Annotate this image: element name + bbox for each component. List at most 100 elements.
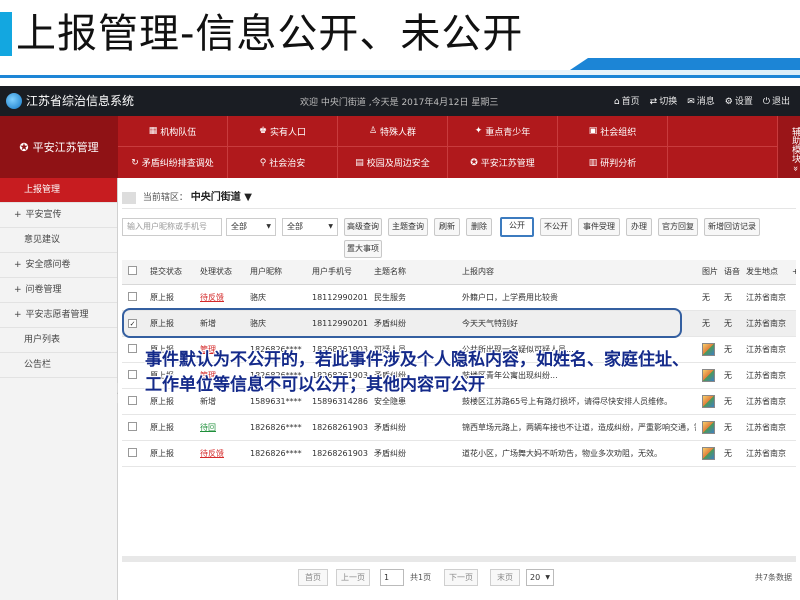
first-page-button[interactable]: 首页 xyxy=(298,569,328,586)
module-chart-button[interactable]: ▥ 研判分析 xyxy=(558,147,668,178)
report-content: 今天天气特别好 xyxy=(456,310,696,337)
unpublish-button[interactable]: 不公开 xyxy=(540,218,572,236)
title-accent-bar xyxy=(0,12,12,56)
page-input[interactable]: 1 xyxy=(380,569,404,586)
runner-icon: ✦ xyxy=(474,126,483,136)
table-row[interactable]: 原上报 待反馈 骆庆 18112990201 民生服务 外籍户口，上学费用比较贵无无江苏省… xyxy=(122,284,796,311)
row-checkbox-cell[interactable] xyxy=(122,362,144,389)
row-checkbox-cell[interactable] xyxy=(122,440,144,467)
prev-page-button[interactable]: 上一页 xyxy=(336,569,370,586)
module-label: 社会治安 xyxy=(269,159,306,169)
delete-button[interactable]: 删除 xyxy=(466,218,492,236)
sidebar-item[interactable]: 安全感问卷 xyxy=(0,253,117,278)
module-people-button[interactable]: ♚ 实有人口 xyxy=(228,116,338,146)
module-home-button[interactable]: ✪ 平安江苏管理 xyxy=(0,116,118,178)
image-thumbnail-icon[interactable] xyxy=(702,446,715,460)
search-input[interactable]: 输入用户昵称或手机号 xyxy=(122,218,222,236)
extra-cell xyxy=(786,388,796,415)
picture-cell[interactable] xyxy=(696,414,718,441)
table-row[interactable]: 原上报 待回 1826826**** 18268261903 矛盾纠纷 锦西草场元路上，两… xyxy=(122,414,796,441)
voice-cell: 无 xyxy=(718,362,740,389)
sidebar-item[interactable]: 上报管理 xyxy=(0,178,117,203)
column-header[interactable]: + xyxy=(786,260,796,285)
module-building-button[interactable]: ▦ 机构队伍 xyxy=(118,116,228,146)
sidebar: 上报管理平安宣传意见建议安全感问卷问卷管理平安志愿者管理用户列表公告栏 ◀ xyxy=(0,178,123,600)
row-checkbox-cell[interactable] xyxy=(122,336,144,363)
page-size-select[interactable]: 20 xyxy=(526,569,554,586)
module-shield-button[interactable]: ⚲ 社会治安 xyxy=(228,147,338,178)
process-status-cell: 待回 xyxy=(194,414,244,441)
official-reply-button[interactable]: 官方回复 xyxy=(658,218,698,236)
aux-module-toggle[interactable]: 辅助模块 » xyxy=(778,116,800,178)
sidebar-item[interactable]: 公告栏 xyxy=(0,353,117,378)
module-refresh-button[interactable]: ↻ 矛盾纠纷排查调处 xyxy=(118,147,228,178)
row-checkbox[interactable] xyxy=(128,369,137,379)
row-checkbox-cell[interactable]: ✓ xyxy=(122,310,144,337)
row-checkbox[interactable] xyxy=(128,395,137,405)
location-cell: 江苏省南京市鼓 xyxy=(740,362,786,389)
sidebar-item[interactable]: 平安志愿者管理 xyxy=(0,303,117,328)
picture-cell[interactable] xyxy=(696,440,718,467)
publish-button[interactable]: 公开 xyxy=(500,217,534,237)
row-checkbox[interactable] xyxy=(128,447,137,457)
sidebar-item[interactable]: 平安宣传 xyxy=(0,203,117,228)
column-header: 图片 xyxy=(696,260,718,285)
module-school-button[interactable]: ▤ 校园及周边安全 xyxy=(338,147,448,178)
people-icon: ♚ xyxy=(258,126,268,136)
select-all-checkbox[interactable] xyxy=(122,260,144,285)
refresh-button[interactable]: 刷新 xyxy=(434,218,460,236)
module-bar: ✪ 平安江苏管理 ▦ 机构队伍 ♚ 实有人口 ♙ 特殊人群 ✦ 重点青少年 ▣ 社会组织 ↻ 矛盾纠… xyxy=(0,116,800,178)
sidebar-item[interactable]: 问卷管理 xyxy=(0,278,117,303)
process-status[interactable]: 待反馈 xyxy=(200,293,224,302)
topic-name: 矛盾纠纷 xyxy=(368,310,456,337)
module-flag-button[interactable]: ✪ 平安江苏管理 xyxy=(448,147,558,178)
sidebar-item[interactable]: 意见建议 xyxy=(0,228,117,253)
major-event-button[interactable]: 置大事项 xyxy=(344,240,382,258)
user-phone: 18112990201 xyxy=(306,310,368,337)
row-checkbox-cell[interactable] xyxy=(122,284,144,311)
topic-search-button[interactable]: 主题查询 xyxy=(388,218,428,236)
type-select[interactable]: 全部 xyxy=(282,218,338,236)
status-select[interactable]: 全部 xyxy=(226,218,276,236)
voice-cell: 无 xyxy=(718,284,740,311)
table-row[interactable]: ✓ 原上报新增 骆庆18112990201矛盾纠纷今天天气特别好无无江苏省南京市鼓 xyxy=(122,310,796,337)
top-menu-home[interactable]: ⌂ 首页 xyxy=(614,94,640,107)
row-checkbox[interactable] xyxy=(128,291,137,301)
title-blue-line xyxy=(0,75,800,78)
row-checkbox[interactable]: ✓ xyxy=(128,318,137,328)
module-org-button[interactable]: ▣ 社会组织 xyxy=(558,116,668,146)
module-label: 特殊人群 xyxy=(380,127,417,138)
last-page-button[interactable]: 末页 xyxy=(490,569,520,586)
chart-icon: ▥ xyxy=(588,157,598,168)
top-menu-power[interactable]: ⏻ 退出 xyxy=(763,94,790,107)
column-header: 提交状态 xyxy=(144,260,194,285)
accept-event-button[interactable]: 事件受理 xyxy=(578,218,620,236)
extra-cell xyxy=(786,362,796,389)
row-checkbox-cell[interactable] xyxy=(122,414,144,441)
image-thumbnail-icon[interactable] xyxy=(702,420,715,434)
row-checkbox-cell[interactable] xyxy=(122,388,144,415)
module-runner-button[interactable]: ✦ 重点青少年 xyxy=(448,116,558,146)
horizontal-scrollbar[interactable] xyxy=(122,556,796,562)
region-selector[interactable]: 中央门街道 ▼ xyxy=(191,192,252,203)
module-empty-button xyxy=(668,147,778,178)
top-menu-mail[interactable]: ✉ 消息 xyxy=(687,94,715,107)
top-menu-switch[interactable]: ⇄ 切换 xyxy=(650,94,678,107)
handle-button[interactable]: 办理 xyxy=(626,218,652,236)
process-status[interactable]: 待反馈 xyxy=(200,449,224,458)
add-visit-record-button[interactable]: 新增回访记录 xyxy=(704,218,760,236)
checkbox-icon[interactable] xyxy=(128,266,137,276)
sidebar-item[interactable]: 用户列表 xyxy=(0,328,117,353)
row-checkbox[interactable] xyxy=(128,421,137,431)
voice-cell: 无 xyxy=(718,440,740,467)
table-row[interactable]: 原上报 待反馈 1826826**** 18268261903 矛盾纠纷 道花小区，广场舞… xyxy=(122,440,796,467)
voice-cell: 无 xyxy=(718,310,740,337)
column-header: 用户昵称 xyxy=(244,260,306,285)
next-page-button[interactable]: 下一页 xyxy=(444,569,478,586)
module-person-button[interactable]: ♙ 特殊人群 xyxy=(338,116,448,146)
process-status[interactable]: 待回 xyxy=(200,423,216,432)
advanced-search-button[interactable]: 高级查询 xyxy=(344,218,382,236)
row-checkbox[interactable] xyxy=(128,343,137,353)
topic-name: 矛盾纠纷 xyxy=(368,440,456,467)
top-menu-gear[interactable]: ⚙ 设置 xyxy=(725,94,753,107)
